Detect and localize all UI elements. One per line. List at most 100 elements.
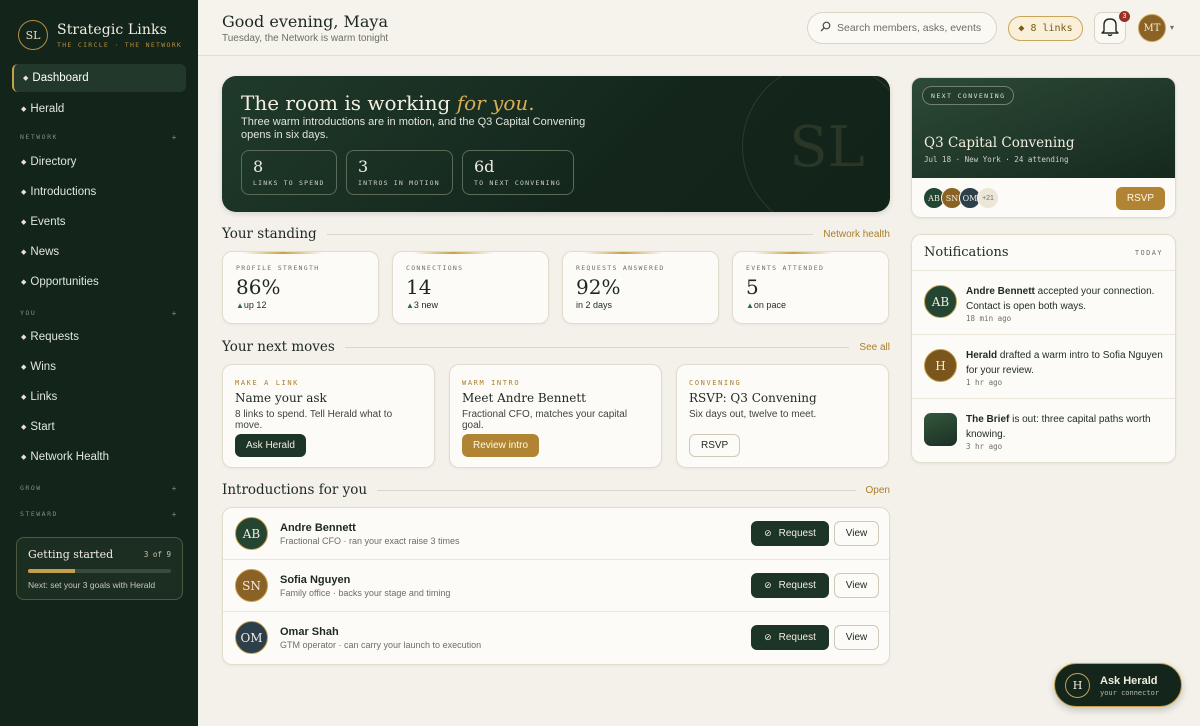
fab-subtitle: your connector (1100, 689, 1160, 697)
plus-icon: + (171, 309, 178, 318)
open-link[interactable]: Open (866, 485, 890, 496)
getting-started-count: 3 of 9 (143, 550, 171, 559)
chevron-down-icon[interactable]: ▾ (1170, 23, 1174, 32)
sidebar-item-label: Events (30, 216, 66, 228)
notification-item[interactable]: AB Andre Bennett accepted your connectio… (912, 270, 1175, 334)
plus-icon: + (171, 133, 178, 142)
getting-started-card[interactable]: Getting started 3 of 9 Next: set your 3 … (16, 537, 183, 600)
watermark-logo: SL (742, 76, 890, 212)
greeting: Good evening, Maya (222, 12, 388, 31)
standing-header: Your standing Network health (222, 226, 890, 242)
plus-icon: + (171, 484, 178, 493)
card-label: CONNECTIONS (406, 264, 464, 272)
sidebar-section-network[interactable]: NETWORK + (20, 133, 178, 142)
notification-time: 18 min ago (966, 314, 1012, 323)
ask-herald-fab[interactable]: H Ask Herald your connector (1054, 663, 1182, 707)
sidebar-item-label: Requests (30, 331, 79, 343)
list-item: OM Omar Shah GTM operator · can carry yo… (223, 612, 889, 664)
sidebar-item-network-health[interactable]: ◆ Network Health (12, 443, 186, 471)
divider (377, 489, 856, 491)
divider (326, 233, 814, 235)
sidebar-item-herald[interactable]: ◆ Herald (12, 95, 186, 123)
notification-item[interactable]: The Brief is out: three capital paths wo… (912, 398, 1175, 462)
see-all-link[interactable]: See all (859, 342, 890, 353)
intro-name[interactable]: Omar Shah (280, 626, 339, 638)
next-convening-card[interactable]: NEXT CONVENING Q3 Capital Convening Jul … (911, 77, 1176, 218)
intro-name[interactable]: Sofia Nguyen (280, 574, 350, 586)
fab-title: Ask Herald (1100, 675, 1158, 687)
stat-label: LINKS TO SPEND (253, 179, 325, 187)
section-title: Your standing (222, 226, 317, 242)
sidebar-item-requests[interactable]: ◆ Requests (12, 323, 186, 351)
ask-herald-button[interactable]: Ask Herald (235, 434, 306, 457)
links-balance-pill[interactable]: ◆ 8 links (1008, 16, 1083, 41)
notification-count-badge: 3 (1119, 11, 1130, 22)
sidebar-item-opportunities[interactable]: ◆ Opportunities (12, 268, 186, 296)
sidebar-item-links[interactable]: ◆ Links (12, 383, 186, 411)
hero-banner: SL The room is working for you. Three wa… (222, 76, 890, 212)
brand-name: Strategic Links (57, 21, 167, 38)
diamond-icon: ◆ (21, 364, 27, 371)
notification-actor: Andre Bennett (966, 286, 1035, 297)
introductions-list: AB Andre Bennett Fractional CFO · ran yo… (222, 507, 890, 665)
trend-up-icon: ▲ (746, 301, 754, 310)
notifications-filter[interactable]: TODAY (1135, 249, 1163, 257)
sidebar-section-you[interactable]: YOU + (20, 309, 178, 318)
section-label: NETWORK (20, 133, 58, 141)
sidebar-item-label: Directory (30, 156, 77, 168)
notifications-button[interactable]: 3 (1094, 11, 1130, 44)
sidebar-item-introductions[interactable]: ◆ Introductions (12, 178, 186, 206)
sidebar-item-events[interactable]: ◆ Events (12, 208, 186, 236)
card-value: 92% (576, 275, 621, 299)
card-desc: 8 links to spend. Tell Herald what to mo… (235, 409, 393, 431)
standing-card-events[interactable]: EVENTS ATTENDED 5 ▲on pace (732, 251, 889, 324)
review-intro-button[interactable]: Review intro (462, 434, 540, 457)
sidebar-item-news[interactable]: ◆ News (12, 238, 186, 266)
search-input[interactable]: Search members, asks, events (807, 12, 997, 44)
convening-tag: NEXT CONVENING (922, 86, 1015, 105)
request-button[interactable]: ⊘ Request (751, 625, 829, 650)
sidebar-item-wins[interactable]: ◆ Wins (12, 353, 186, 381)
hero-stat-convening[interactable]: 6d TO NEXT CONVENING (462, 150, 574, 195)
view-button[interactable]: View (834, 573, 879, 598)
standing-card-requests[interactable]: REQUESTS ANSWERED 92% in 2 days (562, 251, 719, 324)
card-label: REQUESTS ANSWERED (576, 264, 665, 272)
bell-icon (1099, 15, 1121, 42)
user-avatar[interactable]: MT (1138, 14, 1166, 42)
delta-text: 3 new (413, 300, 438, 310)
card-delta: ▲3 new (406, 300, 535, 310)
hero-title-main: The room is working (241, 91, 451, 115)
rsvp-button[interactable]: RSVP (689, 434, 741, 457)
stat-value: 8 (253, 157, 264, 176)
divider (344, 346, 850, 348)
network-health-link[interactable]: Network health (823, 229, 890, 240)
diamond-icon: ◆ (21, 454, 27, 461)
herald-avatar: H (1065, 673, 1090, 698)
intro-desc: Family office · backs your stage and tim… (280, 588, 451, 598)
request-button[interactable]: ⊘ Request (751, 573, 829, 598)
card-label: EVENTS ATTENDED (746, 264, 825, 272)
sidebar-item-dashboard[interactable]: ◆ Dashboard (12, 64, 186, 92)
standing-card-profile[interactable]: PROFILE STRENGTH 86% ▲up 12 (222, 251, 379, 324)
hero-stat-intros[interactable]: 3 INTROS IN MOTION (346, 150, 453, 195)
request-button[interactable]: ⊘ Request (751, 521, 829, 546)
avatar: SN (235, 569, 268, 602)
view-button[interactable]: View (834, 521, 879, 546)
convening-rsvp-button[interactable]: RSVP (1116, 187, 1165, 210)
standing-card-connections[interactable]: CONNECTIONS 14 ▲3 new (392, 251, 549, 324)
view-button[interactable]: View (834, 625, 879, 650)
hero-stat-links[interactable]: 8 LINKS TO SPEND (241, 150, 337, 195)
avatar: H (924, 349, 957, 382)
list-item: AB Andre Bennett Fractional CFO · ran yo… (223, 508, 889, 560)
notification-text: Andre Bennett accepted your connection. … (966, 284, 1169, 314)
sidebar-section-grow[interactable]: GROW + (20, 484, 178, 493)
brand[interactable]: SL Strategic Links THE CIRCLE · THE NETW… (18, 20, 182, 50)
sidebar-section-steward[interactable]: STEWARD + (20, 510, 178, 519)
sidebar-item-directory[interactable]: ◆ Directory (12, 148, 186, 176)
sidebar-item-label: Dashboard (32, 72, 89, 84)
intro-name[interactable]: Andre Bennett (280, 522, 356, 534)
avatar: OM (235, 621, 268, 654)
notification-item[interactable]: H Herald drafted a warm intro to Sofia N… (912, 334, 1175, 398)
delta-text: up 12 (243, 300, 267, 310)
sidebar-item-start[interactable]: ◆ Start (12, 413, 186, 441)
